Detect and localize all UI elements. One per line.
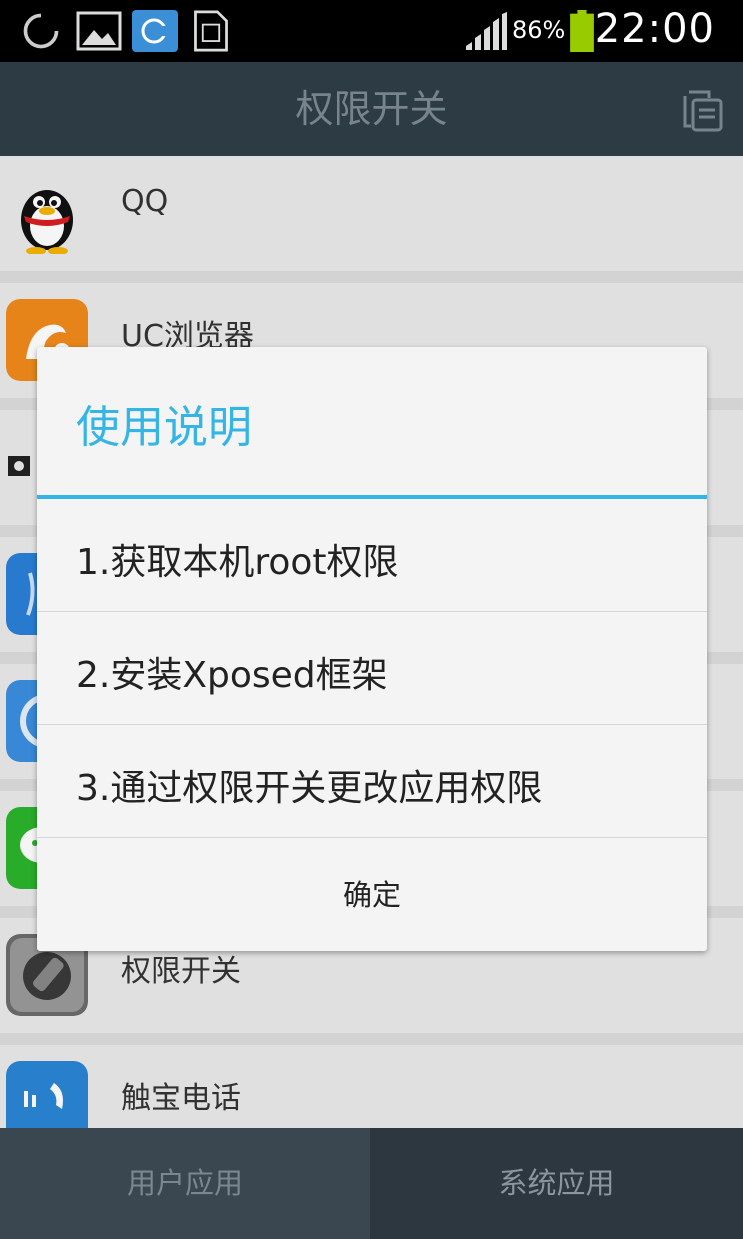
bottom-tab-bar: 用户应用 系统应用 — [0, 1128, 743, 1239]
dialog-step-2: 2.安装Xposed框架 — [37, 612, 707, 725]
signal-icon — [466, 12, 507, 50]
loading-circle-icon — [23, 13, 59, 49]
dialog-step-3: 3.通过权限开关更改应用权限 — [37, 725, 707, 838]
dialog-step-text: 2.安装Xposed框架 — [76, 655, 388, 696]
image-icon — [76, 11, 122, 51]
sync-icon — [132, 10, 178, 52]
sim-card-icon — [194, 10, 228, 52]
status-bar: 86% 22:00 — [0, 0, 743, 62]
battery-icon — [570, 10, 594, 52]
tab-user-apps[interactable]: 用户应用 — [0, 1128, 370, 1239]
ok-button[interactable]: 确定 — [37, 839, 707, 951]
dialog-title: 使用说明 — [76, 402, 252, 453]
dialog-step-1: 1.获取本机root权限 — [37, 499, 707, 612]
tab-system-apps[interactable]: 系统应用 — [370, 1128, 743, 1239]
dialog-step-text: 1.获取本机root权限 — [76, 542, 399, 583]
instructions-dialog: 使用说明 1.获取本机root权限 2.安装Xposed框架 3.通过权限开关更… — [37, 347, 707, 951]
battery-percent: 86% — [512, 16, 566, 44]
clock: 22:00 — [594, 6, 715, 52]
dialog-step-text: 3.通过权限开关更改应用权限 — [76, 768, 543, 809]
